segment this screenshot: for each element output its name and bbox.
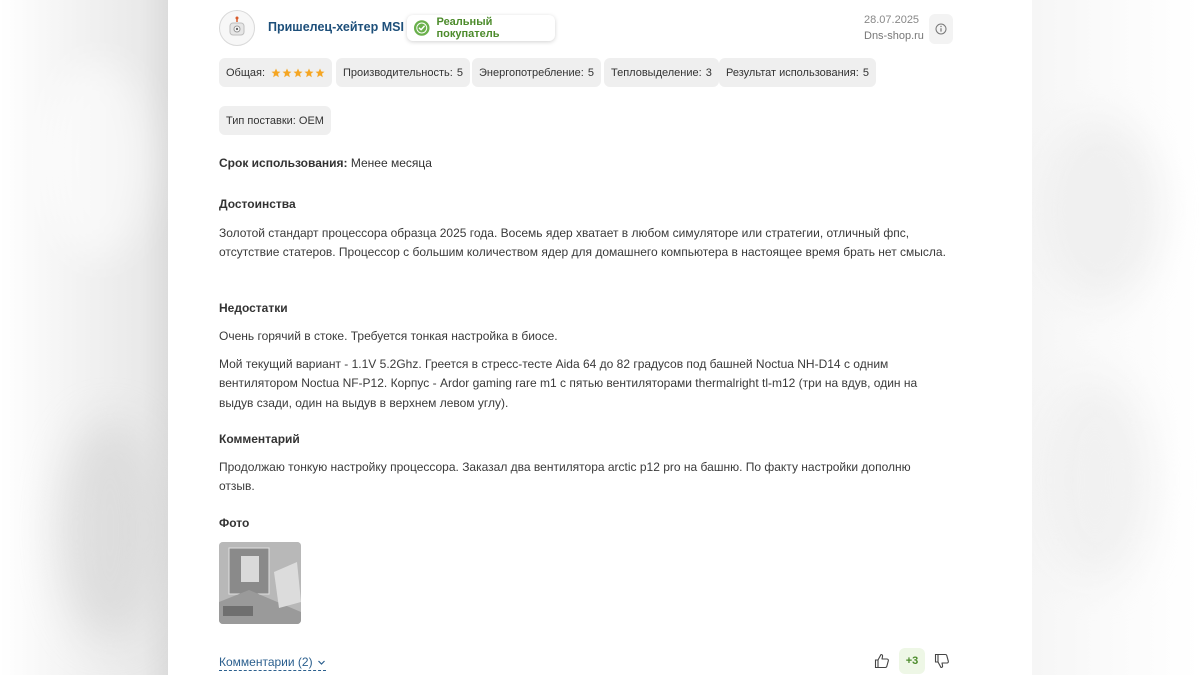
rating-label: Производительность:	[343, 66, 453, 79]
usage-value: Менее месяца	[350, 156, 432, 170]
rating-overall-label: Общая:	[226, 66, 266, 79]
review-date: 28.07.2025	[864, 14, 920, 26]
pros-text: Золотой стандарт процессора образца 2025…	[219, 226, 946, 260]
avatar[interactable]	[219, 10, 255, 46]
comments-toggle-link[interactable]: Комментарии (2)	[219, 655, 326, 671]
rating-value: 5	[862, 66, 869, 79]
rating-value: 5	[587, 66, 594, 79]
comment-text: Продолжаю тонкую настройку процессора. З…	[219, 460, 911, 494]
rating-chip-power: Энергопотребление: 5	[472, 58, 601, 87]
robot-avatar-icon	[229, 16, 245, 36]
thumbs-down-icon	[934, 653, 949, 669]
cons-text: Очень горячий в стоке. Требуется тонкая …	[219, 329, 558, 343]
cons-text-details: Мой текущий вариант - 1.1V 5.2Ghz. Греет…	[219, 357, 918, 410]
review-source: Dns-shop.ru	[864, 30, 924, 42]
background-right-blur	[1032, 0, 1200, 675]
vote-score: +3	[899, 648, 925, 674]
comment-title: Комментарий	[219, 432, 300, 446]
rating-label: Энергопотребление:	[479, 66, 584, 79]
star-icon	[271, 68, 281, 77]
delivery-type-chip: Тип поставки: OEM	[219, 106, 331, 135]
dislike-button[interactable]	[932, 651, 952, 671]
verified-gear-icon	[413, 20, 430, 36]
cons-title: Недостатки	[219, 301, 288, 315]
rating-value: 3	[705, 66, 712, 79]
info-button[interactable]	[929, 14, 953, 44]
photo-placeholder	[219, 542, 301, 624]
star-icon	[304, 68, 314, 77]
usage-period: Срок использования: Менее месяца	[219, 156, 432, 170]
rating-stars	[271, 68, 325, 78]
star-icon	[293, 68, 303, 77]
verified-buyer-badge: Реальный покупатель	[407, 15, 555, 41]
star-icon	[315, 68, 325, 77]
rating-chip-heat: Тепловыделение: 3	[604, 58, 719, 87]
rating-label: Тепловыделение:	[611, 66, 702, 79]
rating-label: Результат использования:	[726, 66, 859, 79]
pros-title: Достоинства	[219, 197, 296, 211]
thumbs-up-icon	[874, 653, 889, 669]
background-left-blur	[0, 0, 168, 675]
photo-title: Фото	[219, 516, 250, 530]
like-button[interactable]	[872, 651, 892, 671]
review-card: Пришелец-хейтер MSI Реальный покупатель …	[168, 0, 1032, 675]
rating-chip-result: Результат использования: 5	[719, 58, 876, 87]
usage-label: Срок использования:	[219, 156, 348, 170]
review-photo-thumbnail[interactable]	[219, 542, 301, 624]
star-icon	[282, 68, 292, 77]
rating-chip-performance: Производительность: 5	[336, 58, 470, 87]
author-name[interactable]: Пришелец-хейтер MSI	[268, 20, 404, 34]
chevron-down-icon	[317, 660, 325, 665]
info-circle-icon	[935, 23, 947, 35]
rating-chip-overall: Общая:	[219, 58, 333, 87]
rating-value: 5	[456, 66, 463, 79]
badge-label: Реальный покупатель	[436, 16, 500, 40]
comments-link-label: Комментарии (2)	[219, 655, 313, 669]
